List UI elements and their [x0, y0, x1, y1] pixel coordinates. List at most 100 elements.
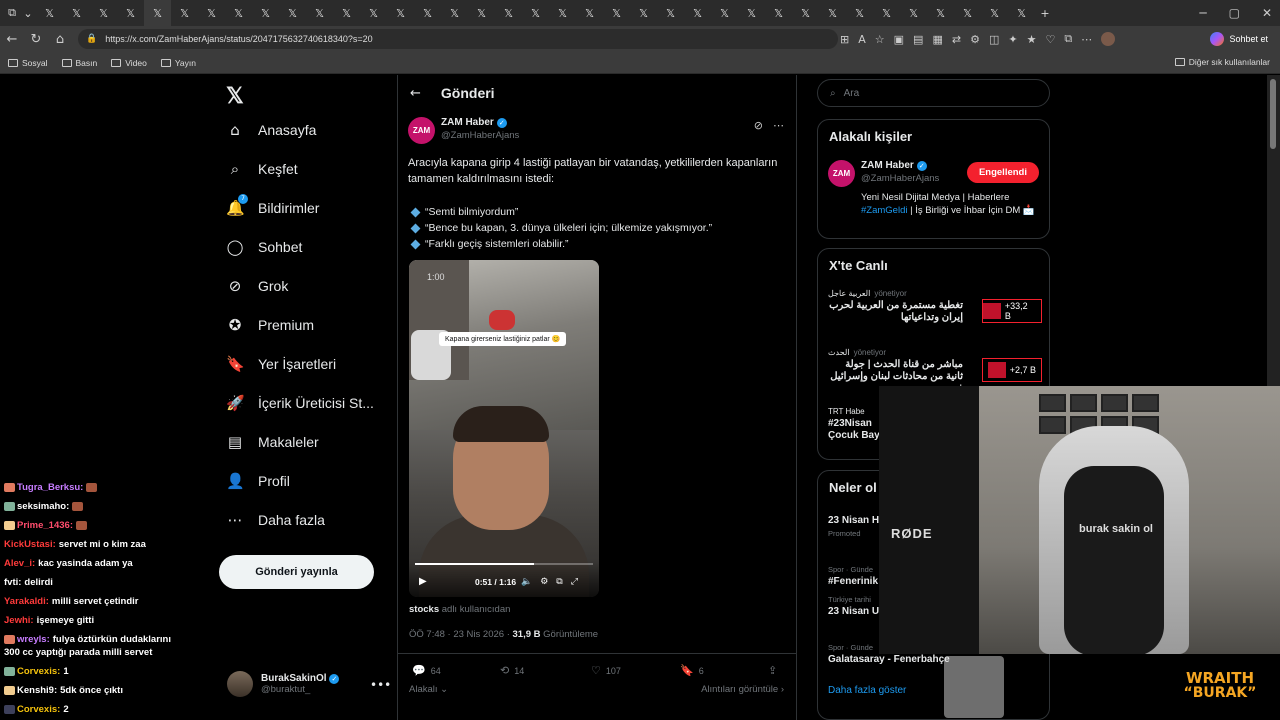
url-field[interactable]: 🔒 https://x.com/ZamHaberAjans/status/204… [78, 29, 838, 49]
browser-tab[interactable]: 𝕏 [981, 0, 1008, 26]
nav-item-bookmark[interactable]: 🔖 Yer İşaretleri [226, 355, 336, 373]
browser-tab[interactable]: 𝕏 [333, 0, 360, 26]
browser-tab[interactable]: 𝕏 [765, 0, 792, 26]
workspaces-icon[interactable]: ⧉ [4, 0, 20, 26]
browser-tab[interactable]: 𝕏 [549, 0, 576, 26]
browser-tab[interactable]: 𝕏 [819, 0, 846, 26]
browser-tab[interactable]: 𝕏 [117, 0, 144, 26]
new-tab-icon[interactable]: + [1035, 0, 1055, 26]
back-arrow-icon[interactable]: ← [410, 86, 421, 101]
grok-icon[interactable]: ⊘ [754, 119, 763, 132]
browser-tab[interactable]: 𝕏 [630, 0, 657, 26]
browser-tab[interactable]: 𝕏 [495, 0, 522, 26]
post-button[interactable]: Gönderi yayınla [219, 555, 374, 589]
favorites-icon[interactable]: ★ [1027, 33, 1037, 46]
browser-tab[interactable]: 𝕏 [522, 0, 549, 26]
nav-item-chat[interactable]: ◯ Sohbet [226, 238, 303, 256]
bookmark-folder[interactable]: Sosyal [8, 58, 48, 68]
browser-tab[interactable]: 𝕏 [792, 0, 819, 26]
more-icon[interactable]: ⋯ [1081, 33, 1092, 46]
browser-tab[interactable]: 𝕏 [900, 0, 927, 26]
show-more-link[interactable]: Daha fazla göster [828, 685, 906, 696]
browser-tab[interactable]: 𝕏 [225, 0, 252, 26]
browser-tab[interactable]: 𝕏 [711, 0, 738, 26]
search-input[interactable]: ⌕ Ara [817, 79, 1050, 107]
related-dropdown[interactable]: Alakalı ⌄ [409, 684, 448, 695]
home-browser-icon[interactable]: ⌂ [48, 32, 72, 47]
browser-tab[interactable]: 𝕏 [279, 0, 306, 26]
repost-button[interactable]: ⟲ 14 [500, 664, 524, 677]
nav-item-article[interactable]: ▤ Makaleler [226, 433, 319, 451]
bookmark-folder[interactable]: Basın [61, 58, 97, 68]
tweet-more-icon[interactable]: ⋯ [773, 119, 784, 132]
browser-tab[interactable]: 𝕏 [36, 0, 63, 26]
video-settings-icon[interactable]: ⚙ [540, 577, 548, 587]
browser-tab[interactable]: 𝕏 [306, 0, 333, 26]
nav-item-rocket[interactable]: 🚀 İçerik Üreticisi St... [226, 394, 374, 412]
browser-tab[interactable]: 𝕏 [873, 0, 900, 26]
browser-tab[interactable]: 𝕏 [954, 0, 981, 26]
bookmark-folder[interactable]: Video [111, 58, 147, 68]
reader-icon[interactable]: ⊞ [840, 33, 849, 46]
browser-tab[interactable]: 𝕏 [738, 0, 765, 26]
trend-item[interactable]: Türkiye tarihi 23 Nisan U [828, 595, 879, 617]
trend-item[interactable]: 23 Nisan H Promoted [828, 515, 879, 540]
author-handle[interactable]: @ZamHaberAjans [441, 130, 519, 141]
source-user[interactable]: stocks [409, 604, 439, 615]
translate-icon[interactable]: ⇄ [952, 33, 961, 46]
browser-tab[interactable]: 𝕏 [846, 0, 873, 26]
video-progress-bar[interactable] [415, 563, 593, 565]
view-quotes-link[interactable]: Alıntıları görüntüle › [701, 684, 784, 695]
back-icon[interactable]: ← [0, 32, 24, 47]
trend-item[interactable]: Spor · Günde #Fenerinik [828, 565, 878, 587]
browser-tab[interactable]: 𝕏 [63, 0, 90, 26]
browser-tab[interactable]: 𝕏 [441, 0, 468, 26]
reply-button[interactable]: 💬 64 [412, 664, 441, 677]
author-avatar[interactable]: ZAM [408, 117, 435, 144]
play-icon[interactable]: ▶ [419, 576, 427, 587]
browser-tab[interactable]: 𝕏 [387, 0, 414, 26]
browser-tab[interactable]: 𝕏 [198, 0, 225, 26]
collections-icon[interactable]: ⧉ [1064, 32, 1072, 46]
nav-item-profile[interactable]: 👤 Profil [226, 472, 290, 490]
page-scrollbar[interactable] [1267, 75, 1280, 387]
scroll-thumb[interactable] [1270, 79, 1276, 149]
hashtag-link[interactable]: #ZamGeldi [861, 205, 907, 216]
video-player[interactable]: 1:00 Kapana girerseniz lastiğiniz patlar… [409, 260, 599, 597]
live-item[interactable]: العربية عاجل yönetiyor تغطية مستمرة من الع… [828, 289, 1042, 324]
close-window-icon[interactable]: ✕ [1262, 6, 1272, 20]
bookmark-button[interactable]: 🔖 6 [680, 664, 704, 677]
menu-icon[interactable]: ⌄ [20, 0, 36, 26]
minimize-icon[interactable]: ─ [1199, 6, 1206, 20]
author-name[interactable]: ZAM Haber [441, 117, 494, 128]
favorite-star-icon[interactable]: ☆ [875, 33, 885, 46]
account-more-icon[interactable]: ••• [370, 678, 391, 692]
browser-tab[interactable]: 𝕏 [1008, 0, 1035, 26]
browser-tab[interactable]: 𝕏 [657, 0, 684, 26]
browser-tab[interactable]: 𝕏 [144, 0, 171, 26]
blocked-button[interactable]: Engellendi [966, 162, 1039, 183]
browser-tab[interactable]: 𝕏 [360, 0, 387, 26]
nav-item-more[interactable]: ⋯ Daha fazla [226, 511, 325, 529]
reload-icon[interactable]: ↻ [24, 32, 48, 47]
extension-icon[interactable]: ▤ [913, 33, 923, 46]
browser-tab[interactable]: 𝕏 [927, 0, 954, 26]
account-switcher[interactable]: BurakSakinOl ✓ @buraktut_ [227, 671, 340, 697]
extension-icon[interactable]: ▦ [932, 33, 942, 46]
browser-tab[interactable]: 𝕏 [576, 0, 603, 26]
like-button[interactable]: ♡ 107 [591, 664, 621, 677]
browser-tab[interactable]: 𝕏 [171, 0, 198, 26]
nav-item-grok[interactable]: ⊘ Grok [226, 277, 289, 295]
profile-avatar[interactable] [1101, 32, 1116, 46]
tweet-author[interactable]: ZAM ZAM Haber ✓ @ZamHaberAjans [408, 117, 519, 144]
volume-icon[interactable]: 🔈 [521, 577, 532, 587]
nav-item-bell[interactable]: 🔔 7 Bildirimler [226, 194, 319, 217]
extension-icon[interactable]: ▣ [894, 33, 904, 46]
settings-icon[interactable]: ⚙ [970, 33, 980, 46]
read-aloud-icon[interactable]: A [858, 33, 866, 46]
nav-item-home[interactable]: ⌂ Anasayfa [226, 121, 316, 139]
nav-item-premium[interactable]: ✪ Premium [226, 316, 314, 334]
heart-icon[interactable]: ♡ [1045, 33, 1055, 46]
browser-tab[interactable]: 𝕏 [414, 0, 441, 26]
maximize-icon[interactable]: ▢ [1229, 6, 1240, 20]
